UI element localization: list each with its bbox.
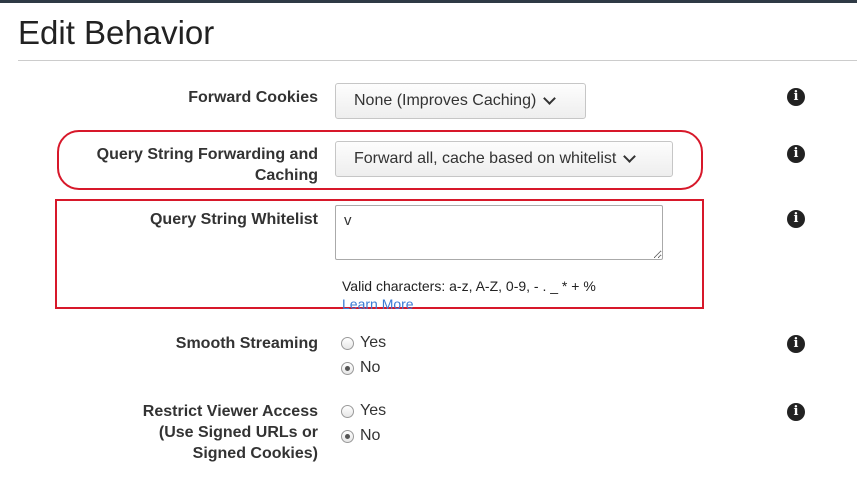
smooth-streaming-no-label: No bbox=[360, 359, 381, 376]
smooth-streaming-yes-label: Yes bbox=[360, 334, 387, 351]
restrict-viewer-access-label-line2: (Use Signed URLs or bbox=[158, 424, 318, 441]
learn-more-link[interactable]: Learn More bbox=[342, 295, 414, 309]
query-string-forwarding-label-line2: Caching bbox=[254, 167, 318, 184]
page-title: Edit Behavior bbox=[18, 14, 215, 51]
forward-cookies-label: Forward Cookies bbox=[188, 89, 318, 106]
smooth-streaming-no-option[interactable]: No bbox=[341, 358, 380, 378]
restrict-viewer-access-no-label: No bbox=[360, 427, 381, 444]
restrict-viewer-access-label: Restrict Viewer Access (Use Signed URLs … bbox=[143, 401, 318, 464]
info-icon[interactable]: i bbox=[787, 145, 805, 163]
radio-button-selected[interactable] bbox=[341, 361, 354, 375]
title-divider bbox=[18, 60, 857, 61]
chevron-down-icon bbox=[543, 92, 557, 105]
info-icon[interactable]: i bbox=[787, 403, 805, 421]
query-string-forwarding-select[interactable]: Forward all, cache based on whitelist bbox=[335, 141, 673, 177]
radio-button[interactable] bbox=[341, 336, 354, 350]
restrict-viewer-access-yes-label: Yes bbox=[360, 402, 387, 419]
top-bar bbox=[0, 0, 857, 3]
query-string-whitelist-label: Query String Whitelist bbox=[149, 211, 318, 228]
info-icon[interactable]: i bbox=[787, 88, 805, 106]
query-string-forwarding-value: Forward all, cache based on whitelist bbox=[354, 150, 617, 167]
query-string-forwarding-label: Query String Forwarding and Caching bbox=[97, 144, 318, 186]
forward-cookies-value: None (Improves Caching) bbox=[354, 92, 537, 109]
smooth-streaming-yes-option[interactable]: Yes bbox=[341, 333, 386, 353]
info-icon[interactable]: i bbox=[787, 335, 805, 353]
chevron-down-icon bbox=[623, 150, 637, 163]
query-string-forwarding-label-line1: Query String Forwarding and bbox=[96, 146, 318, 163]
forward-cookies-select[interactable]: None (Improves Caching) bbox=[335, 83, 586, 119]
info-icon[interactable]: i bbox=[787, 210, 805, 228]
whitelist-helper-text: Valid characters: a-z, A-Z, 0-9, - . _ *… bbox=[342, 278, 596, 294]
restrict-viewer-access-label-line3: Signed Cookies) bbox=[192, 445, 318, 462]
radio-button-selected[interactable] bbox=[341, 429, 354, 443]
restrict-viewer-access-label-line1: Restrict Viewer Access bbox=[142, 403, 318, 420]
radio-button[interactable] bbox=[341, 404, 354, 418]
query-string-whitelist-input[interactable]: v bbox=[335, 205, 663, 260]
smooth-streaming-label: Smooth Streaming bbox=[175, 335, 318, 352]
restrict-viewer-access-yes-option[interactable]: Yes bbox=[341, 401, 386, 421]
restrict-viewer-access-no-option[interactable]: No bbox=[341, 426, 380, 446]
